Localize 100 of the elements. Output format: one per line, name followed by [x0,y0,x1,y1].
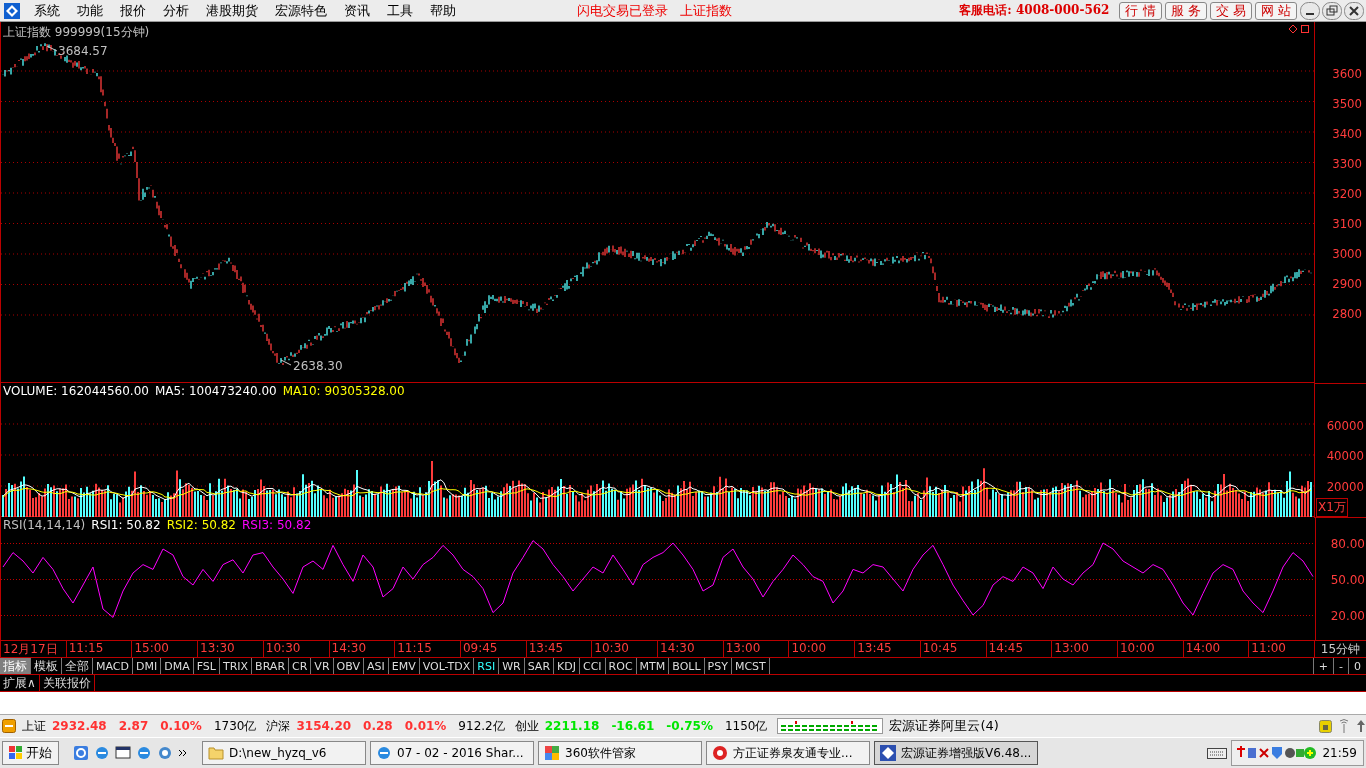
toolbar-button[interactable]: 服 务 [1164,1,1207,20]
browser-icon[interactable] [136,745,152,761]
time-label: 10:45 [919,641,986,657]
browser-icon[interactable] [73,745,89,761]
index-icon [2,719,16,733]
menu-item[interactable]: 报价 [114,1,157,20]
start-button[interactable]: 开始 [2,741,59,765]
menu-item[interactable]: 港股期货 [200,1,269,20]
menu-item[interactable]: 功能 [71,1,114,20]
indicator-readout: RSI1: 50.82 [91,518,161,533]
panel-tab[interactable]: 指标 [0,658,31,674]
taskbar-window-button[interactable]: 方正证券泉友通专业... [706,741,870,765]
taskbar-window-button[interactable]: 360软件管家 [538,741,702,765]
time-label: 10:30 [591,641,658,657]
toolbar-button[interactable]: 行 情 [1119,1,1162,20]
index-change: 0.28 [363,719,393,733]
time-label: 12月17日 [0,641,66,657]
indicator-readout: VOLUME: 162044560.00 [3,383,149,398]
square-icon[interactable] [1300,24,1310,34]
indicator-readout: MA10: 90305328.00 [282,383,405,398]
indicator-tab[interactable]: VR [311,658,334,674]
taskbar-window-button[interactable]: D:\new_hyzq_v6 [202,741,366,765]
axis-label: 20000 [1326,479,1365,494]
minimize-button[interactable] [1300,1,1320,20]
index-percent: -0.75% [666,719,713,733]
axis-label: 3300 [1332,157,1363,172]
low-price-label: 2638.30 [293,359,343,373]
high-price-label: 3684.57 [58,44,108,58]
panel-tab[interactable]: 模板 [31,658,62,674]
axis-label: 3000 [1332,246,1363,261]
leader-line [280,359,292,366]
restore-button[interactable] [1322,1,1342,20]
time-label: 14:30 [328,641,395,657]
indicator-readout: RSI2: 50.82 [166,518,236,533]
keyboard-icon[interactable] [1207,746,1228,760]
time-label: 13:00 [722,641,789,657]
folder-icon [208,746,224,760]
axis-label: 3200 [1332,187,1363,202]
axis-label: 2900 [1332,276,1363,291]
time-label: 13:00 [1051,641,1117,657]
diamond-icon[interactable] [1288,24,1298,34]
taskbar-window-button[interactable]: 07 - 02 - 2016 Shar... [370,741,534,765]
unit-label: X1万 [1316,498,1348,517]
desktop-icon[interactable] [115,745,131,761]
close-button[interactable] [1344,1,1364,20]
up-arrow-icon [1356,719,1366,733]
browser-icon [376,745,392,761]
browser-icon[interactable] [157,745,173,761]
menu-item[interactable]: 系统 [28,1,71,20]
bottom-tab[interactable]: 扩展∧ [0,675,40,691]
axis-label: 80.00 [1330,537,1365,552]
security-name: 上证指数 [680,1,732,20]
menu-item[interactable]: 资讯 [338,1,381,20]
time-label: 11:15 [394,641,460,657]
chart-title: 上证指数 999999(15分钟) [3,24,150,41]
menu-item[interactable]: 分析 [157,1,200,20]
toolbar-button[interactable]: 交 易 [1209,1,1252,20]
lock-icon [1319,719,1332,733]
toolbar-button[interactable]: 网 站 [1254,1,1297,20]
time-label: 14:00 [1182,641,1249,657]
time-label: 14:30 [657,641,723,657]
turnover-text: 1150亿 [724,717,768,735]
indicator-tab[interactable]: VOL-TDX [419,658,475,674]
time-label: 10:30 [262,641,329,657]
time-label: 13:45 [525,641,592,657]
time-label: 10:00 [1116,641,1183,657]
panel-tab[interactable]: 全部 [62,658,93,674]
leader-line [46,45,58,52]
browser-icon[interactable] [94,745,110,761]
axis-label: 60000 [1326,418,1365,433]
menu-item[interactable]: 宏源特色 [269,1,338,20]
index-value: 3154.20 [296,719,352,733]
index-percent: 0.01% [404,719,447,733]
windows-logo-icon [9,746,23,760]
server-name: 宏源证券阿里云(4) [889,717,999,735]
index-value: 2932.48 [52,719,107,733]
menu-item[interactable]: 帮助 [424,1,467,20]
axis-label: 3500 [1332,97,1363,112]
index-name: 创业 [514,717,539,735]
axis-label: 3600 [1332,67,1363,82]
turnover-text: 1730亿 [213,717,257,735]
turnover-text: 912.2亿 [458,717,505,735]
time-label: 09:45 [459,641,526,657]
index-value: 2211.18 [544,719,600,733]
ring-icon [712,745,728,761]
axis-label: 3100 [1332,217,1363,231]
axis-label: 3400 [1332,127,1363,142]
indicator-tab[interactable]: TRIX [219,658,253,674]
hotline-text: 客服电话: 4008-000-562 [959,2,1110,19]
taskbar-window-button[interactable]: 宏源证券增强版V6.48... [874,741,1038,765]
indicator-tab[interactable]: WR [499,658,525,674]
indicator-tab[interactable]: CR [289,658,312,674]
index-change: -16.61 [611,719,655,733]
indicator-tab[interactable]: CCI [580,658,606,674]
clock-text: 21:59 [1322,746,1357,760]
tray-icon[interactable] [1236,745,1317,761]
index-percent: 0.10% [160,719,202,733]
grid-icon [544,745,560,761]
diamond-icon [880,745,896,761]
menu-item[interactable]: 工具 [381,1,424,20]
